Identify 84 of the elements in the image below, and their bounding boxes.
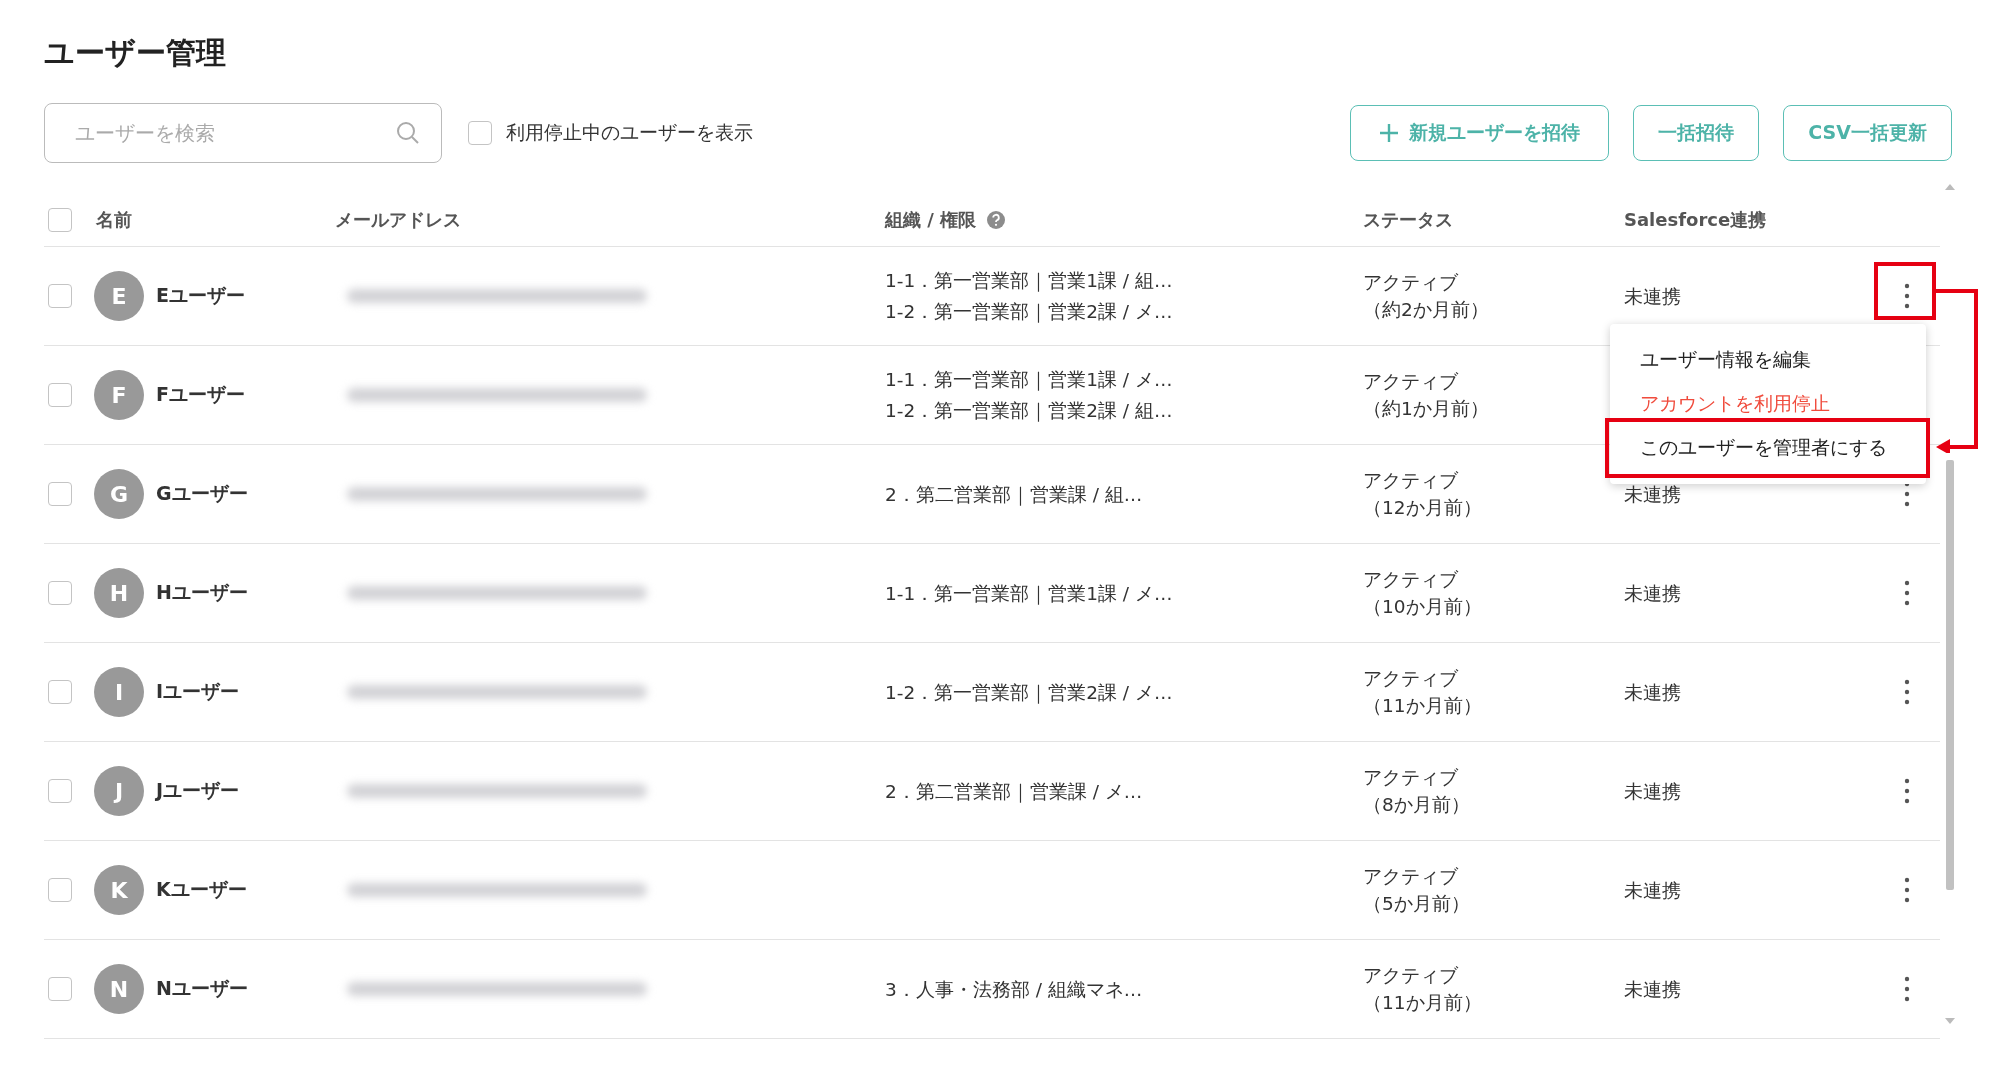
column-header: 組織 / 権限 xyxy=(885,208,977,232)
status-text: アクティブ xyxy=(1363,568,1459,592)
status-text: アクティブ xyxy=(1363,370,1459,394)
column-header: Salesforce連携 xyxy=(1624,208,1767,232)
search-icon xyxy=(396,121,420,145)
status-age: （11か月前） xyxy=(1363,694,1482,718)
user-name: Hユーザー xyxy=(156,580,248,605)
status-age: （約2か月前） xyxy=(1363,298,1489,322)
avatar: N xyxy=(94,964,144,1014)
select-all-checkbox[interactable] xyxy=(48,208,72,232)
checkbox[interactable] xyxy=(468,121,492,145)
status-age: （5か月前） xyxy=(1363,892,1470,916)
org-role-text: 1-1．第一営業部｜営業1課 / メ… xyxy=(885,368,1173,392)
avatar: F xyxy=(94,370,144,420)
menu-item[interactable]: ユーザー情報を編集 xyxy=(1640,347,1811,373)
salesforce-status: 未連携 xyxy=(1624,482,1681,507)
salesforce-status: 未連携 xyxy=(1624,581,1681,606)
more-icon[interactable] xyxy=(1903,579,1911,607)
status-age: （12か月前） xyxy=(1363,496,1482,520)
more-icon[interactable] xyxy=(1903,876,1911,904)
salesforce-status: 未連携 xyxy=(1624,680,1681,705)
salesforce-status: 未連携 xyxy=(1624,779,1681,804)
row-checkbox[interactable] xyxy=(48,383,72,407)
org-role-text: 1-1．第一営業部｜営業1課 / メ… xyxy=(885,581,1173,606)
column-header: メールアドレス xyxy=(335,208,461,232)
avatar: K xyxy=(94,865,144,915)
row-checkbox[interactable] xyxy=(48,284,72,308)
user-name: Fユーザー xyxy=(156,382,245,407)
status-age: （8か月前） xyxy=(1363,793,1470,817)
search-field[interactable]: ユーザーを検索 xyxy=(44,103,442,163)
org-role-text: 1-2．第一営業部｜営業2課 / メ… xyxy=(885,300,1173,324)
plus-icon xyxy=(1379,123,1400,143)
avatar: I xyxy=(94,667,144,717)
checkbox-label: 利用停止中のユーザーを表示 xyxy=(506,120,753,145)
toolbar-button[interactable]: 一括招待 xyxy=(1633,105,1760,161)
column-header: 名前 xyxy=(96,208,132,232)
row-checkbox[interactable] xyxy=(48,581,72,605)
user-name: Kユーザー xyxy=(156,877,247,902)
more-icon[interactable] xyxy=(1903,975,1911,1003)
avatar: E xyxy=(94,271,144,321)
org-role-text: 1-2．第一営業部｜営業2課 / 組… xyxy=(885,399,1173,423)
status-text: アクティブ xyxy=(1363,865,1459,889)
row-checkbox[interactable] xyxy=(48,779,72,803)
org-role-text: 1-1．第一営業部｜営業1課 / 組… xyxy=(885,269,1173,293)
more-icon[interactable] xyxy=(1903,282,1911,310)
user-name: Jユーザー xyxy=(156,778,240,803)
status-text: アクティブ xyxy=(1363,667,1459,691)
status-text: アクティブ xyxy=(1363,766,1459,790)
toolbar-button[interactable]: CSV一括更新 xyxy=(1783,105,1952,161)
status-text: アクティブ xyxy=(1363,964,1459,988)
user-name: Iユーザー xyxy=(156,679,240,704)
avatar: H xyxy=(94,568,144,618)
help-icon[interactable] xyxy=(986,210,1007,230)
status-text: アクティブ xyxy=(1363,469,1459,493)
org-role-text: 1-2．第一営業部｜営業2課 / メ… xyxy=(885,680,1173,705)
more-icon[interactable] xyxy=(1903,777,1911,805)
scroll-thumb[interactable] xyxy=(1946,460,1954,890)
salesforce-status: 未連携 xyxy=(1624,284,1681,309)
invite-button[interactable]: 新規ユーザーを招待 xyxy=(1350,105,1610,161)
status-text: アクティブ xyxy=(1363,271,1459,295)
user-name: Nユーザー xyxy=(156,976,248,1001)
user-name: Eユーザー xyxy=(156,283,245,308)
row-checkbox[interactable] xyxy=(48,878,72,902)
user-name: Gユーザー xyxy=(156,481,248,506)
status-age: （11か月前） xyxy=(1363,991,1482,1015)
scroll-down-icon[interactable] xyxy=(1945,1018,1955,1024)
row-checkbox[interactable] xyxy=(48,482,72,506)
column-header: ステータス xyxy=(1363,208,1453,232)
salesforce-status: 未連携 xyxy=(1624,878,1681,903)
row-checkbox[interactable] xyxy=(48,977,72,1001)
more-icon[interactable] xyxy=(1903,678,1911,706)
status-age: （約1か月前） xyxy=(1363,397,1489,421)
org-role-text: 2．第二営業部｜営業課 / 組… xyxy=(885,482,1143,507)
row-checkbox[interactable] xyxy=(48,680,72,704)
avatar: J xyxy=(94,766,144,816)
page-title: ユーザー管理 xyxy=(44,34,227,72)
org-role-text: 3．人事・法務部 / 組織マネ… xyxy=(885,977,1143,1002)
salesforce-status: 未連携 xyxy=(1624,977,1681,1002)
menu-item[interactable]: このユーザーを管理者にする xyxy=(1640,435,1887,461)
status-age: （10か月前） xyxy=(1363,595,1482,619)
org-role-text: 2．第二営業部｜営業課 / メ… xyxy=(885,779,1143,804)
menu-item[interactable]: アカウントを利用停止 xyxy=(1640,391,1830,417)
avatar: G xyxy=(94,469,144,519)
scroll-up-icon[interactable] xyxy=(1945,184,1955,190)
